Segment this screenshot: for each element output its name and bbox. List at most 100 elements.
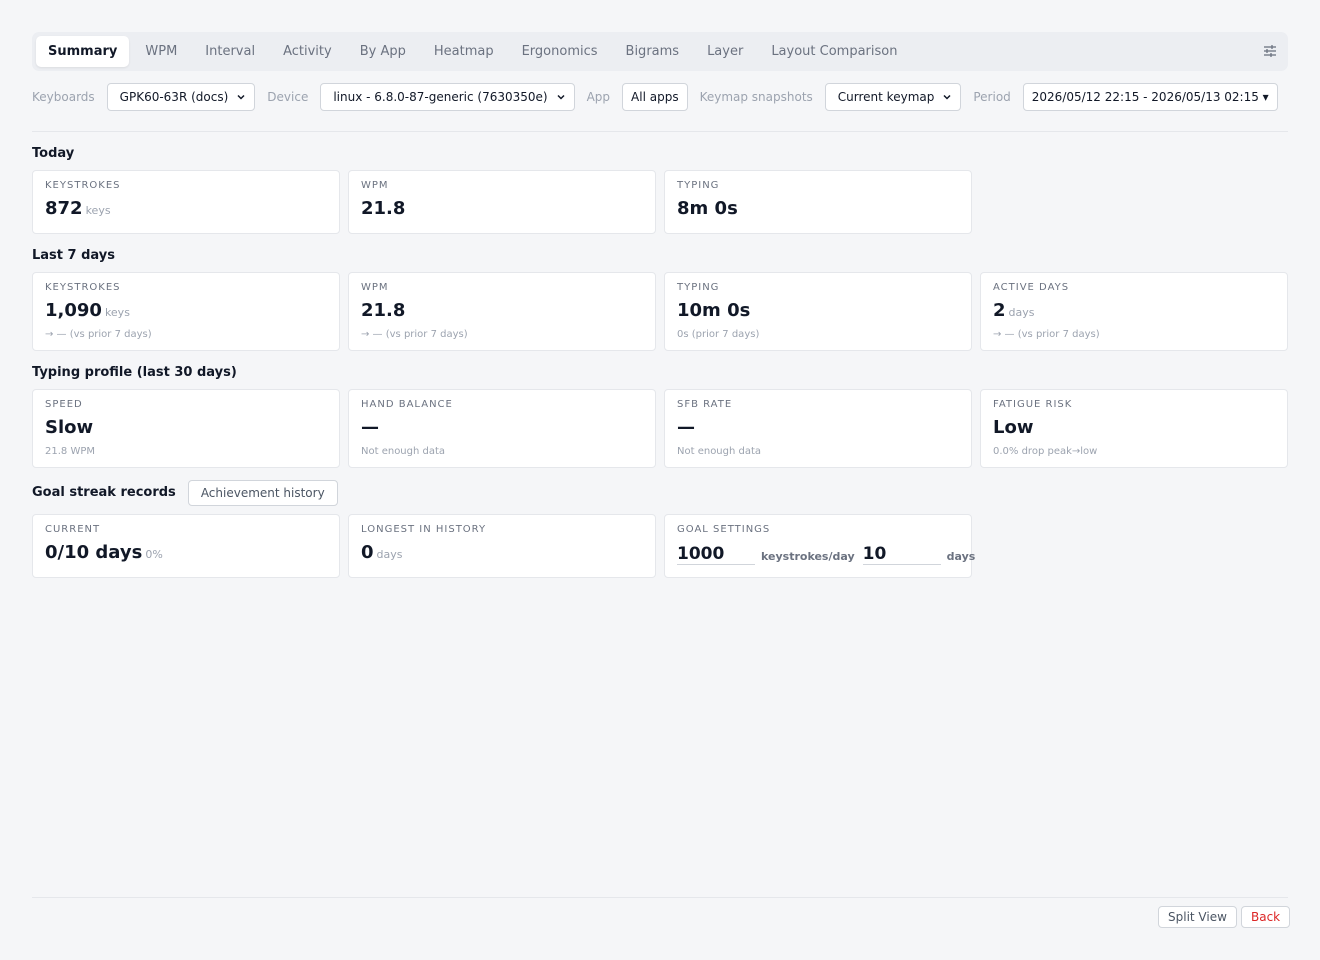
divider xyxy=(32,131,1288,132)
device-label: Device xyxy=(267,90,309,104)
card-label: KEYSTROKES xyxy=(45,282,121,293)
card-sub: → — (vs prior 7 days) xyxy=(45,329,152,340)
last7-wpm-card: WPM 21.8 → — (vs prior 7 days) xyxy=(348,272,656,351)
app-select[interactable]: All apps xyxy=(622,83,688,111)
keystrokes-goal-input[interactable] xyxy=(677,543,755,565)
profile-title: Typing profile (last 30 days) xyxy=(32,365,237,380)
card-label: WPM xyxy=(361,282,389,293)
card-sub: Not enough data xyxy=(361,446,446,457)
card-sub: → — (vs prior 7 days) xyxy=(361,329,468,340)
card-value: — xyxy=(677,417,695,438)
card-value: 0 xyxy=(361,542,374,563)
speed-card: SPEED Slow 21.8 WPM xyxy=(32,389,340,468)
device-select-value: linux - 6.8.0-87-generic (7630350e) xyxy=(333,90,548,104)
tab-ergonomics[interactable]: Ergonomics xyxy=(510,36,610,67)
last7-row: KEYSTROKES 1,090 keys → — (vs prior 7 day… xyxy=(32,272,1288,351)
card-label: SPEED xyxy=(45,399,83,410)
today-row: KEYSTROKES 872 keys WPM 21.8 TYPING 8m 0s xyxy=(32,170,1288,234)
card-label: GOAL SETTINGS xyxy=(677,524,771,535)
app-label: App xyxy=(586,90,611,104)
keyboards-label: Keyboards xyxy=(32,90,95,104)
sliders-icon[interactable] xyxy=(1262,43,1278,59)
card-label: HAND BALANCE xyxy=(361,399,453,410)
last7-keystrokes-card: KEYSTROKES 1,090 keys → — (vs prior 7 day… xyxy=(32,272,340,351)
goal-row: CURRENT 0/10 days 0% LONGEST IN HISTORY 0… xyxy=(32,514,1288,578)
tab-bigrams[interactable]: Bigrams xyxy=(614,36,692,67)
card-label: FATIGUE RISK xyxy=(993,399,1073,410)
card-value: 21.8 xyxy=(361,198,406,219)
keystrokes-goal-unit: keystrokes/day xyxy=(761,550,855,563)
days-goal-unit: days xyxy=(946,550,976,563)
back-button[interactable]: Back xyxy=(1241,906,1291,928)
last7-active-days-card: ACTIVE DAYS 2 days → — (vs prior 7 days) xyxy=(980,272,1288,351)
filter-bar: Keyboards GPK60-63R (docs) Device linux … xyxy=(32,83,1288,111)
profile-row: SPEED Slow 21.8 WPM HAND BALANCE — Not e… xyxy=(32,389,1288,468)
card-label: LONGEST IN HISTORY xyxy=(361,524,487,535)
card-label: TYPING xyxy=(677,180,720,191)
keymap-label: Keymap snapshots xyxy=(699,90,813,104)
goal-title: Goal streak records xyxy=(32,485,176,500)
keyboards-select-value: GPK60-63R (docs) xyxy=(119,90,229,104)
chevron-down-icon xyxy=(237,94,245,100)
tab-by-app[interactable]: By App xyxy=(348,36,418,67)
card-value: 8m 0s xyxy=(677,198,738,219)
card-label: ACTIVE DAYS xyxy=(993,282,1070,293)
tab-heatmap[interactable]: Heatmap xyxy=(422,36,506,67)
card-label: SFB RATE xyxy=(677,399,733,410)
card-value: Slow xyxy=(45,417,94,438)
sfb-rate-card: SFB RATE — Not enough data xyxy=(664,389,972,468)
card-value: 1,090 xyxy=(45,300,102,321)
split-view-button[interactable]: Split View xyxy=(1158,906,1237,928)
card-value: 2 xyxy=(993,300,1006,321)
card-unit: days xyxy=(1008,306,1035,319)
card-value: Low xyxy=(993,417,1034,438)
last7-title: Last 7 days xyxy=(32,248,115,263)
card-label: CURRENT xyxy=(45,524,101,535)
days-goal-input[interactable] xyxy=(862,543,941,565)
longest-streak-card: LONGEST IN HISTORY 0 days xyxy=(348,514,656,578)
card-label: KEYSTROKES xyxy=(45,180,121,191)
today-typing-card: TYPING 8m 0s xyxy=(664,170,972,234)
card-unit: keys xyxy=(85,204,111,217)
current-streak-card: CURRENT 0/10 days 0% xyxy=(32,514,340,578)
card-value: — xyxy=(361,417,379,438)
card-value: 21.8 xyxy=(361,300,406,321)
achievement-history-button[interactable]: Achievement history xyxy=(187,480,338,506)
card-label: WPM xyxy=(361,180,389,191)
tab-summary[interactable]: Summary xyxy=(36,36,130,67)
tab-bar: Summary WPM Interval Activity By App Hea… xyxy=(32,32,1288,71)
today-wpm-card: WPM 21.8 xyxy=(348,170,656,234)
tab-layer[interactable]: Layer xyxy=(695,36,755,67)
device-select[interactable]: linux - 6.8.0-87-generic (7630350e) xyxy=(320,83,575,111)
card-sub: 21.8 WPM xyxy=(45,446,95,457)
footer-divider xyxy=(32,897,1288,898)
tab-wpm[interactable]: WPM xyxy=(133,36,189,67)
chevron-down-icon xyxy=(943,94,951,100)
period-picker[interactable]: 2026/05/12 22:15 - 2026/05/13 02:15 ▾ xyxy=(1022,83,1278,111)
card-sub: 0s (prior 7 days) xyxy=(677,329,760,340)
today-keystrokes-card: KEYSTROKES 872 keys xyxy=(32,170,340,234)
today-title: Today xyxy=(32,146,75,161)
card-value: 10m 0s xyxy=(677,300,751,321)
card-sub: → — (vs prior 7 days) xyxy=(993,329,1100,340)
card-unit: keys xyxy=(104,306,130,319)
card-value: 0/10 days xyxy=(45,542,143,563)
card-value: 872 xyxy=(45,198,83,219)
tab-activity[interactable]: Activity xyxy=(271,36,344,67)
last7-typing-card: TYPING 10m 0s 0s (prior 7 days) xyxy=(664,272,972,351)
period-label: Period xyxy=(973,90,1011,104)
card-label: TYPING xyxy=(677,282,720,293)
chevron-down-icon xyxy=(557,94,565,100)
keymap-select-value: Current keymap xyxy=(837,90,935,104)
hand-balance-card: HAND BALANCE — Not enough data xyxy=(348,389,656,468)
fatigue-risk-card: FATIGUE RISK Low 0.0% drop peak→low xyxy=(980,389,1288,468)
tab-interval[interactable]: Interval xyxy=(193,36,267,67)
goal-header: Goal streak records Achievement history xyxy=(32,480,1288,506)
card-sub: 0.0% drop peak→low xyxy=(993,446,1098,457)
keymap-select[interactable]: Current keymap xyxy=(824,83,962,111)
card-unit: 0% xyxy=(145,548,163,561)
goal-settings-card: GOAL SETTINGS keystrokes/day days xyxy=(664,514,975,578)
tab-layout-comparison[interactable]: Layout Comparison xyxy=(759,36,909,67)
card-unit: days xyxy=(376,548,403,561)
keyboards-select[interactable]: GPK60-63R (docs) xyxy=(106,83,256,111)
